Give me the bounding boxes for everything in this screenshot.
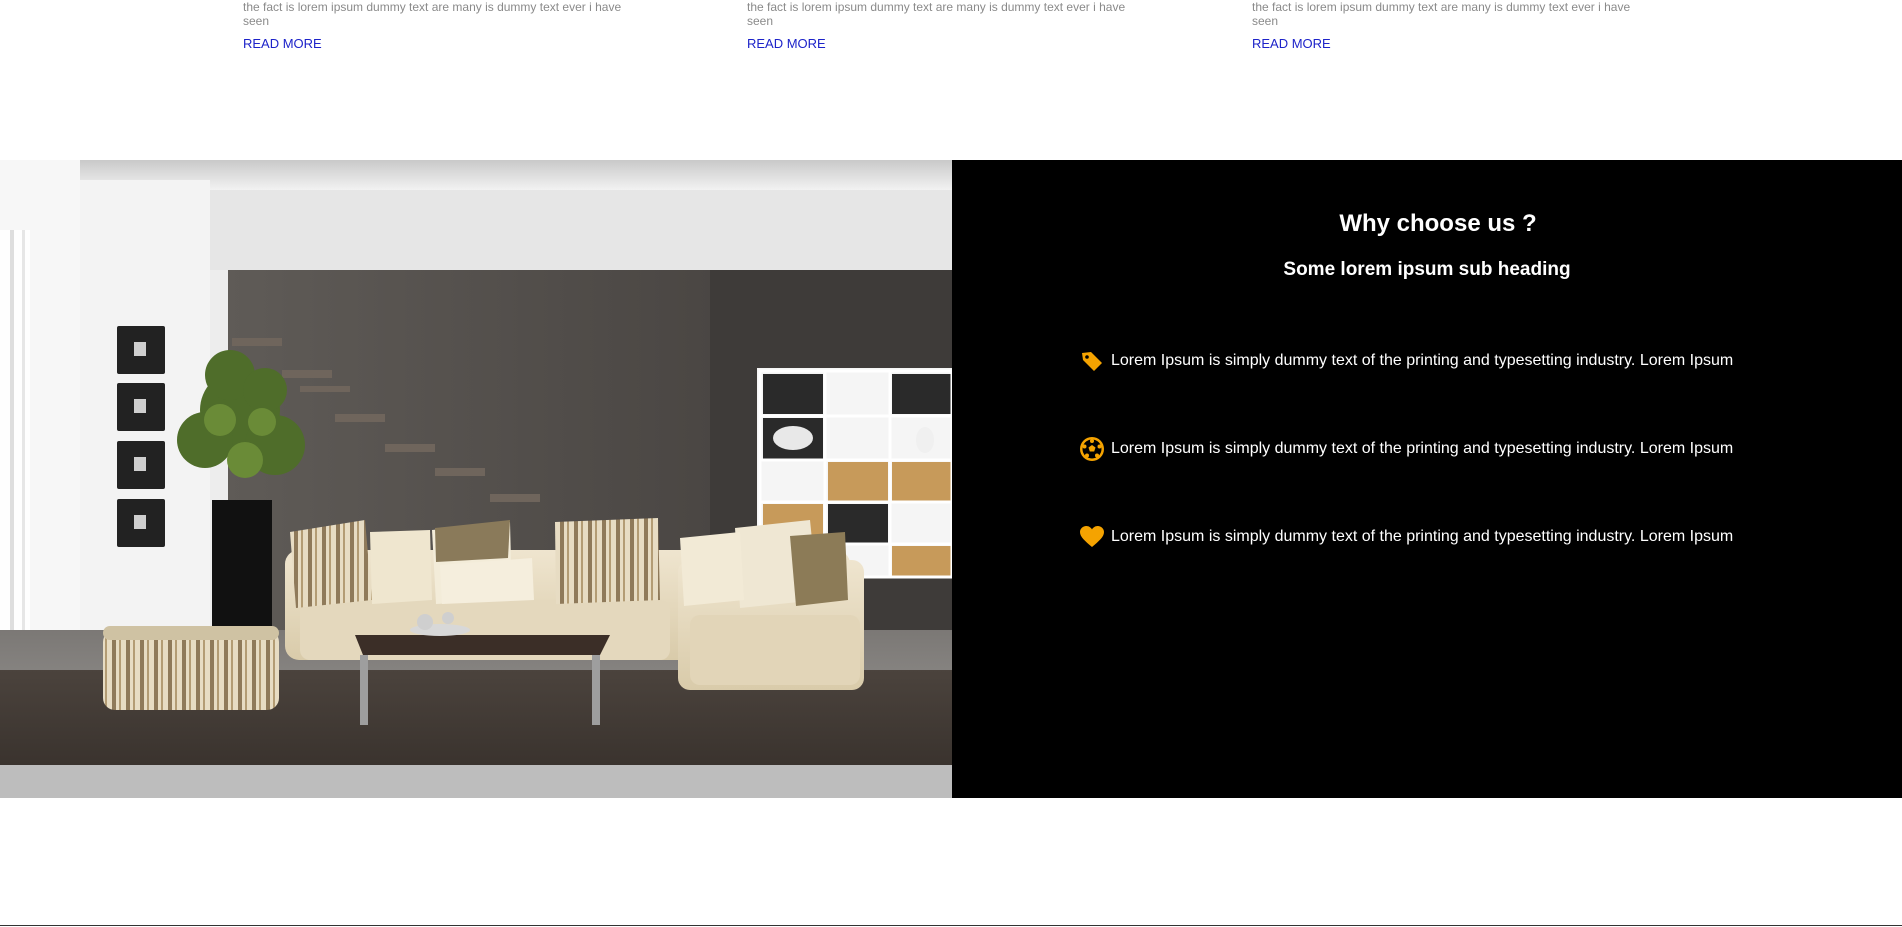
why-choose-us-section: Why choose us ? Some lorem ipsum sub hea…: [0, 160, 1902, 798]
blog-card: There are many variations of passages of…: [747, 0, 1147, 53]
blog-excerpt: There are many variations of passages of…: [747, 0, 1126, 28]
feature-text: Lorem Ipsum is simply dummy text of the …: [1111, 528, 1734, 545]
section-title: Why choose us ?: [1339, 210, 1537, 237]
read-more-link[interactable]: READ MORE: [1252, 36, 1331, 51]
feature-item: Lorem Ipsum is simply dummy text of the …: [1079, 436, 1733, 462]
read-more-link[interactable]: READ MORE: [747, 36, 826, 51]
page: There are many variations of passages of…: [0, 0, 1902, 927]
section-subtitle: Some lorem ipsum sub heading: [1283, 259, 1571, 280]
blog-excerpt: There are many variations of passages of…: [243, 0, 622, 28]
blog-excerpt: There are many variations of passages of…: [1252, 0, 1631, 28]
divider: [0, 925, 1902, 926]
blog-card: There are many variations of passages of…: [1252, 0, 1652, 53]
feature-item: Lorem Ipsum is simply dummy text of the …: [1079, 348, 1733, 374]
soccer-ball-icon: [1079, 436, 1105, 462]
feature-text: Lorem Ipsum is simply dummy text of the …: [1111, 440, 1734, 457]
feature-text: Lorem Ipsum is simply dummy text of the …: [1111, 352, 1734, 369]
why-choose-us-panel: Why choose us ? Some lorem ipsum sub hea…: [952, 160, 1902, 798]
feature-item: Lorem Ipsum is simply dummy text of the …: [1079, 524, 1733, 550]
read-more-link[interactable]: READ MORE: [243, 36, 322, 51]
tag-icon: [1079, 348, 1105, 374]
blog-card: There are many variations of passages of…: [243, 0, 643, 53]
blog-strip: There are many variations of passages of…: [0, 0, 1902, 160]
heart-icon: [1079, 524, 1105, 550]
living-room-image: [0, 160, 952, 798]
